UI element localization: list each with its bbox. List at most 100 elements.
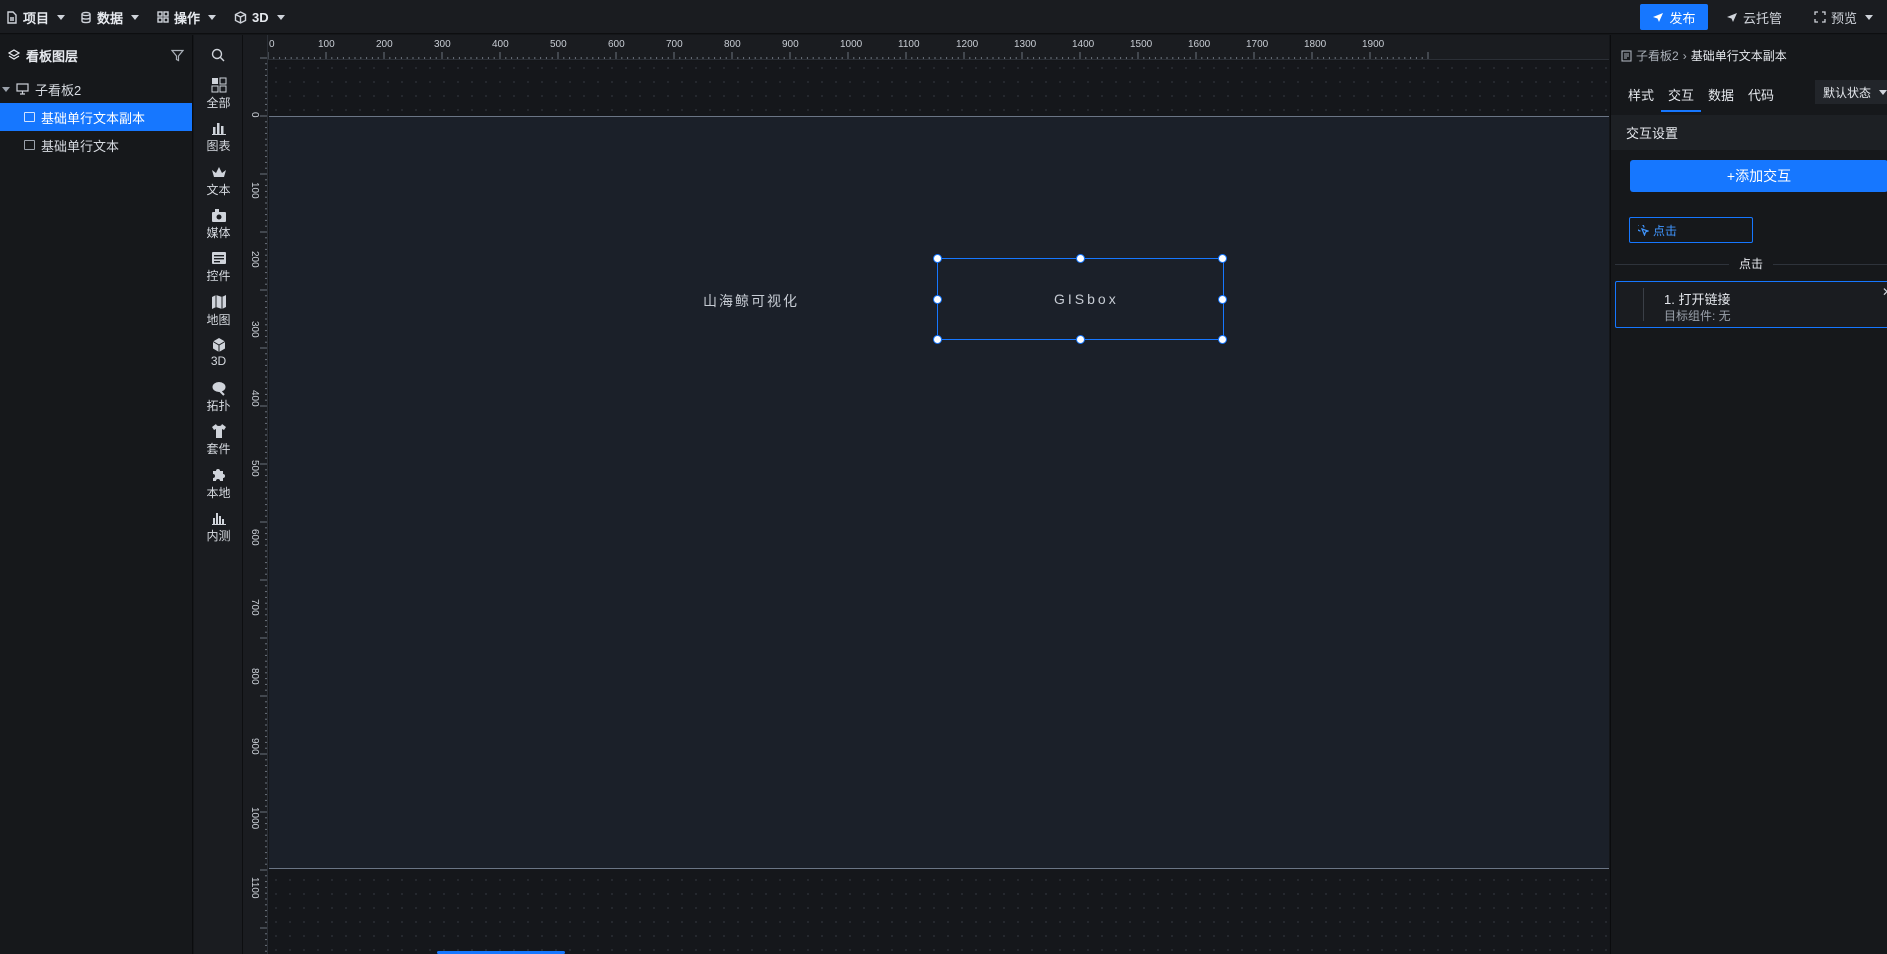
send-icon: [1727, 13, 1737, 22]
close-icon[interactable]: ✕: [1882, 285, 1887, 299]
layer-item-text-copy[interactable]: 基础单行文本副本: [0, 103, 192, 131]
resize-handle[interactable]: [933, 335, 942, 344]
cube-icon: [234, 10, 247, 24]
section-header: 交互设置: [1611, 115, 1887, 150]
resize-handle[interactable]: [1218, 335, 1227, 344]
action-title: 1. 打开链接: [1664, 292, 1731, 307]
action-divider: [1643, 288, 1644, 321]
menu-project[interactable]: 项目: [6, 0, 66, 34]
ruler-label: 700: [249, 598, 260, 616]
layer-item-text[interactable]: 基础单行文本: [0, 131, 192, 159]
menu-data[interactable]: 数据: [80, 0, 140, 34]
add-interaction-button[interactable]: +添加交互: [1630, 160, 1887, 192]
resize-handle[interactable]: [933, 295, 942, 304]
text-component-gisbox[interactable]: GISbox: [1054, 291, 1119, 307]
resize-handle[interactable]: [1076, 254, 1085, 263]
top-toolbar: 项目 数据 操作 3D 发布 云托管 预览: [0, 0, 1887, 34]
shirt-icon: [211, 423, 227, 439]
ruler-label: 1900: [1362, 39, 1385, 50]
puzzle-icon: [211, 467, 227, 482]
publish-button[interactable]: 发布: [1640, 4, 1708, 30]
chevron-down-icon: [276, 14, 285, 20]
ruler-label: 1600: [1188, 39, 1211, 50]
ruler-label: 200: [249, 251, 260, 268]
divider-label: 点击: [1729, 255, 1774, 272]
rail-item-controls[interactable]: 控件: [194, 250, 243, 284]
ruler-label: 1200: [956, 39, 979, 50]
fullscreen-icon: [1814, 11, 1826, 23]
rail-item-grid[interactable]: 全部: [194, 77, 243, 111]
interaction-action-card[interactable]: 1. 打开链接 目标组件: 无 ✕: [1615, 281, 1887, 328]
chevron-down-icon: [208, 14, 217, 20]
rail-item-puzzle[interactable]: 本地: [194, 467, 243, 501]
horizontal-ruler: 0 100 200 300 400 500 600 700 800 900 1000 1100 1200…: [268, 35, 1609, 60]
resize-handle[interactable]: [1076, 335, 1085, 344]
ruler-label: 1500: [1130, 39, 1153, 50]
board-icon: [16, 83, 29, 95]
layers-icon: [8, 49, 20, 60]
tab-interaction[interactable]: 交互: [1668, 85, 1694, 104]
map-icon: [211, 294, 227, 309]
rail-item-crown-text[interactable]: 文本: [194, 164, 243, 198]
ruler-label: 800: [249, 668, 260, 685]
ruler-label: 500: [550, 39, 567, 50]
tab-style[interactable]: 样式: [1628, 85, 1654, 104]
ruler-label: 0: [249, 112, 260, 118]
grid-icon: [211, 77, 227, 93]
ruler-label: 1100: [249, 876, 260, 899]
rail-item-bar-chart[interactable]: 图表: [194, 120, 243, 154]
caret-down-icon[interactable]: [2, 86, 10, 92]
ruler-label: 400: [492, 39, 509, 50]
dashboard-board[interactable]: [269, 116, 1609, 869]
ruler-label: 800: [724, 39, 741, 50]
search-icon[interactable]: [211, 48, 225, 62]
action-target: 目标组件: 无: [1664, 309, 1731, 323]
menu-operation[interactable]: 操作: [157, 0, 217, 34]
tab-code[interactable]: 代码: [1748, 85, 1774, 104]
resize-handle[interactable]: [933, 254, 942, 263]
ruler-label: 1300: [1014, 39, 1037, 50]
pointer-click-icon: [1638, 224, 1649, 236]
ruler-label: 100: [249, 181, 260, 199]
component-rail: 全部图表文本媒体控件地图 3D 拓扑套件本地内测: [194, 35, 243, 954]
ruler-label: 1800: [1304, 39, 1327, 50]
text-layer-icon: [24, 140, 35, 150]
ruler-label: 900: [782, 39, 799, 50]
cloud-hosting-button[interactable]: 云托管: [1726, 4, 1782, 30]
tab-data[interactable]: 数据: [1708, 85, 1734, 104]
rail-item-shirt[interactable]: 套件: [194, 423, 243, 457]
state-select[interactable]: 默认状态: [1815, 80, 1887, 104]
topology-icon: [211, 380, 227, 396]
cube-icon: [211, 337, 227, 352]
text-component-shanhai[interactable]: 山海鲸可视化: [703, 291, 799, 311]
rail-item-topology[interactable]: 拓扑: [194, 380, 243, 414]
ruler-label: 900: [249, 737, 260, 755]
rail-item-cube[interactable]: 3D: [194, 337, 243, 368]
resize-handle[interactable]: [1218, 254, 1227, 263]
ruler-label: 700: [666, 39, 683, 50]
chevron-down-icon: [57, 14, 66, 20]
ruler-label: 300: [434, 39, 451, 50]
grid-icon: [157, 11, 169, 23]
text-layer-icon: [24, 112, 35, 122]
controls-icon: [211, 250, 227, 265]
media-icon: [211, 207, 227, 222]
layer-panel: 看板图层 子看板2 基础单行文本副本 基础单行文本: [0, 35, 193, 954]
rail-item-map[interactable]: 地图: [194, 294, 243, 328]
preview-button[interactable]: 预览: [1814, 4, 1874, 30]
ruler-label: 1000: [840, 39, 863, 50]
rail-item-beta-chart[interactable]: 内测: [194, 510, 243, 544]
rail-item-media[interactable]: 媒体: [194, 207, 243, 241]
layer-item-board[interactable]: 子看板2: [0, 75, 192, 103]
resize-handle[interactable]: [1218, 295, 1227, 304]
filter-icon[interactable]: [171, 49, 184, 62]
menu-3d[interactable]: 3D: [234, 0, 285, 34]
crown-text-icon: [211, 164, 227, 179]
layer-panel-header: 看板图层: [0, 35, 192, 75]
ruler-label: 100: [318, 39, 335, 50]
property-panel: 子看板2 › 基础单行文本副本 样式 交互 数据 代码 默认状态 交互设置 +添…: [1610, 35, 1887, 954]
chevron-down-icon: [131, 14, 140, 20]
trigger-click-chip[interactable]: 点击: [1629, 217, 1753, 243]
ruler-label: 400: [249, 390, 260, 407]
active-tab-indicator: [1661, 110, 1701, 112]
